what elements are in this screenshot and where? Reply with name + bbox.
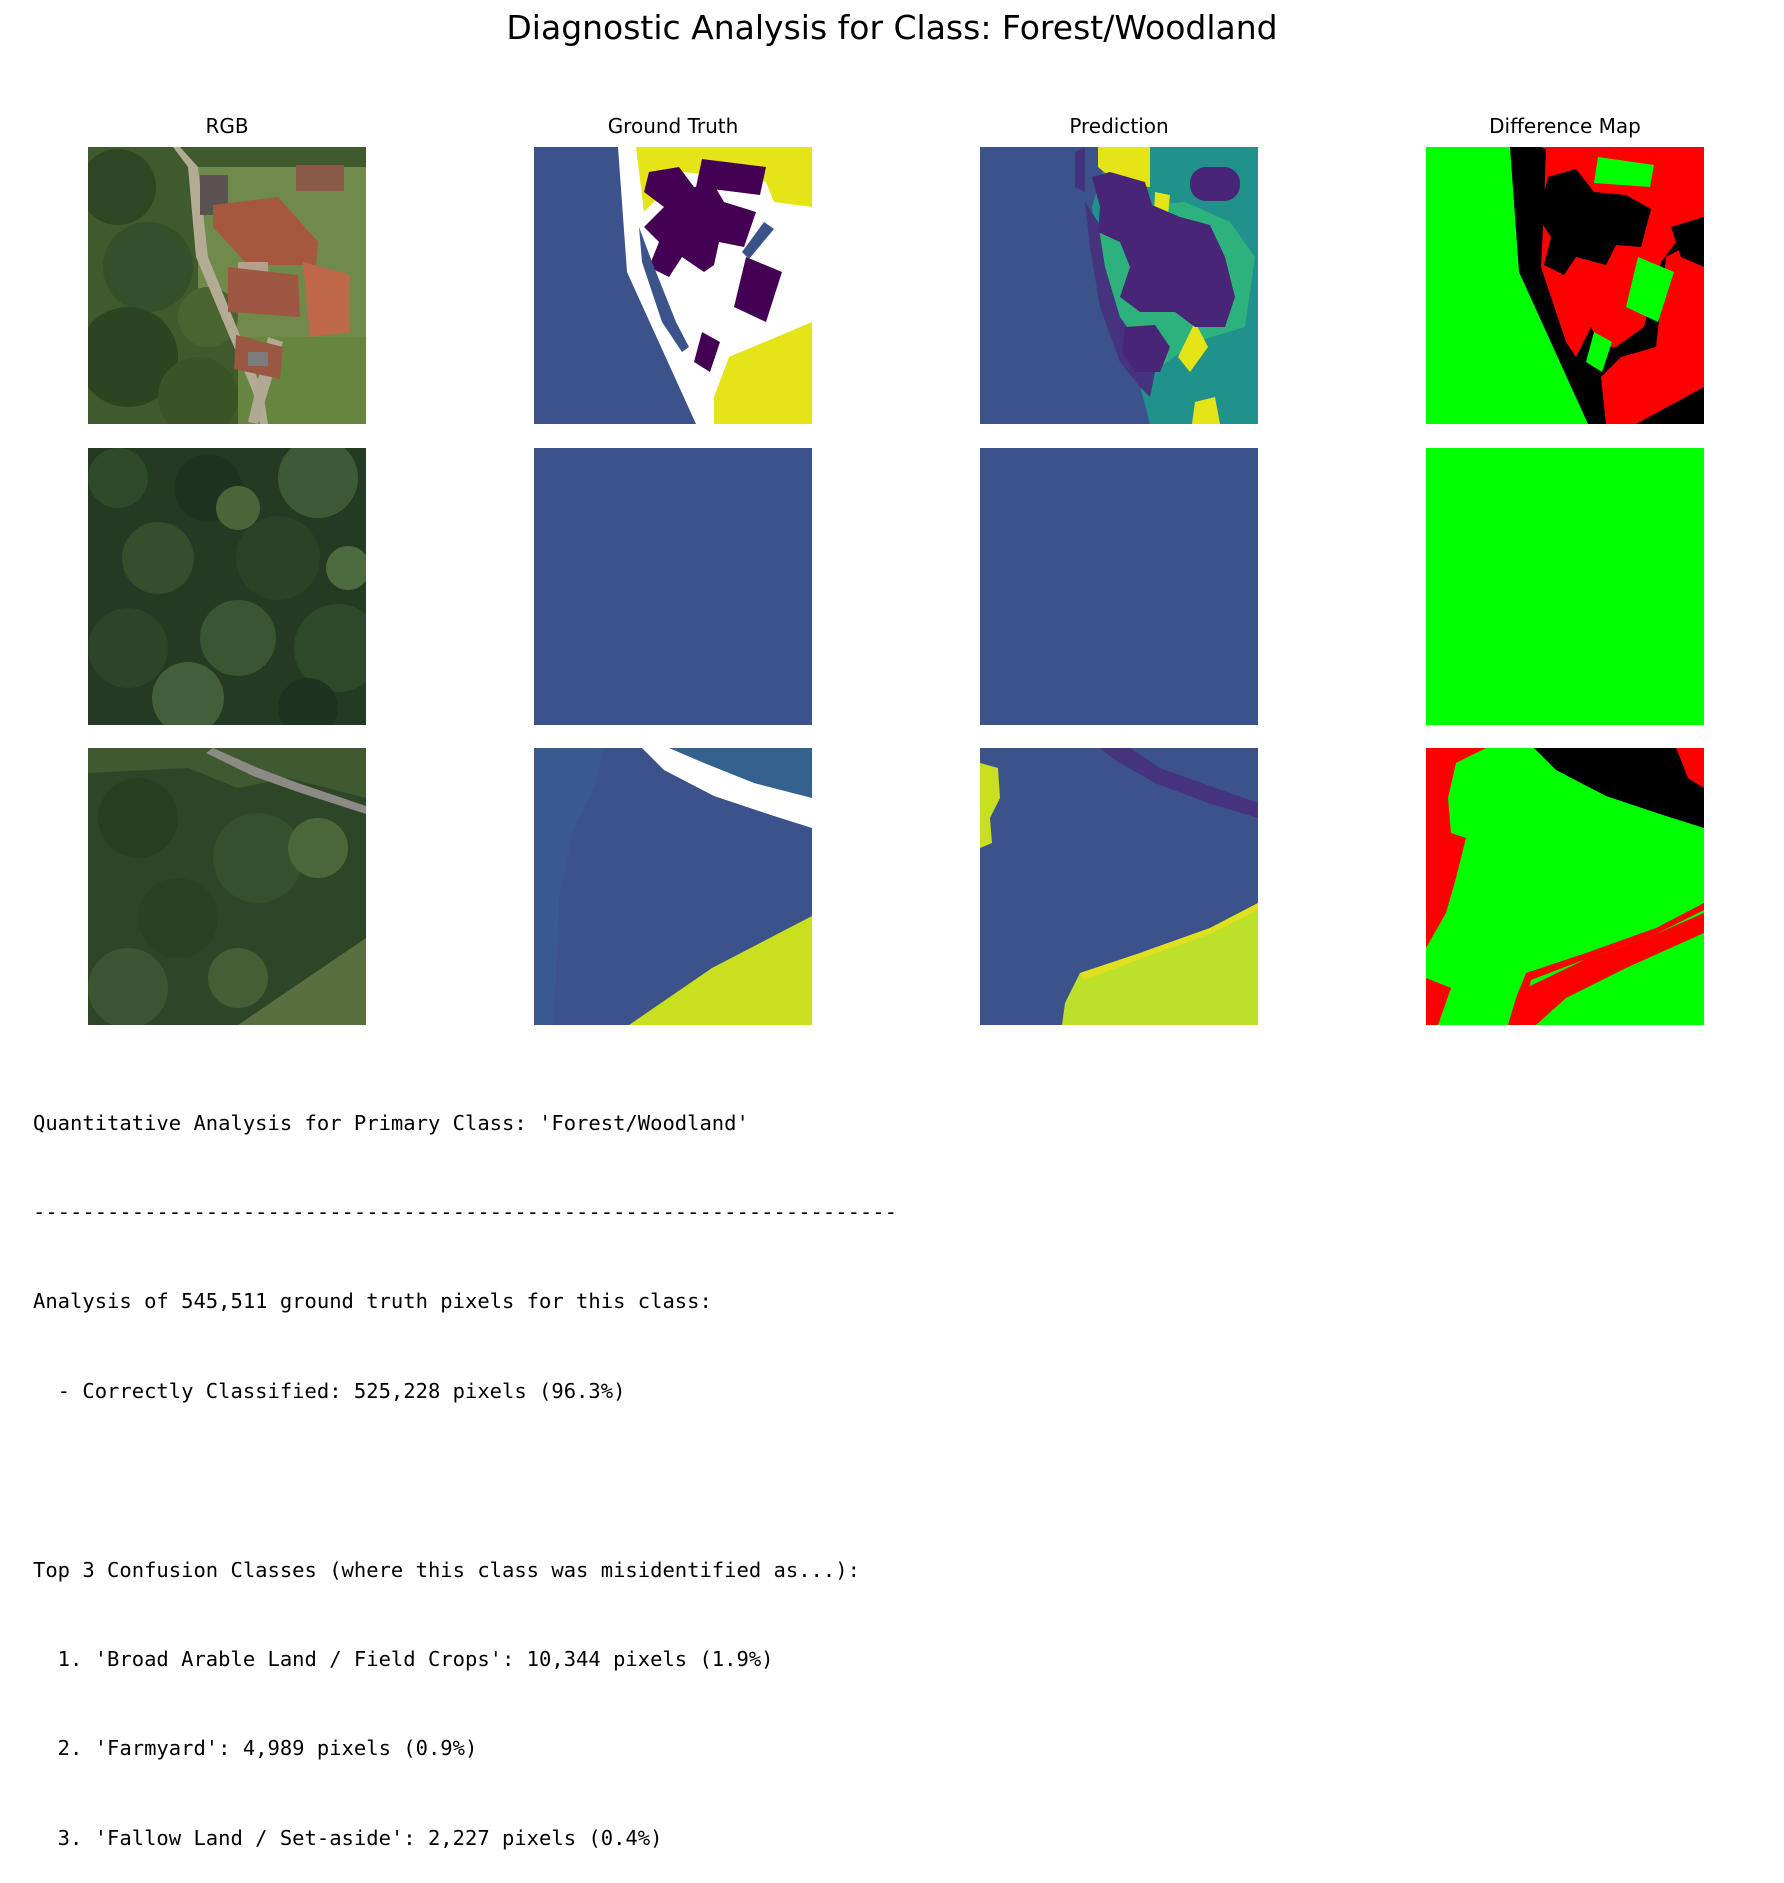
prediction-mask-3 (980, 748, 1258, 1025)
ground-truth-mask-2 (534, 448, 812, 725)
column-title-rgb: RGB (205, 114, 249, 138)
difference-map-1 (1426, 147, 1704, 424)
difference-map-3 (1426, 748, 1704, 1025)
prediction-mask-2 (980, 448, 1258, 725)
report-confusion-item: 3. 'Fallow Land / Set-aside': 2,227 pixe… (33, 1825, 663, 1850)
figure-title: Diagnostic Analysis for Class: Forest/Wo… (506, 8, 1278, 47)
report-confusion-heading: Top 3 Confusion Classes (where this clas… (33, 1557, 860, 1582)
quantitative-report: Quantitative Analysis for Primary Class:… (33, 1049, 897, 1883)
rgb-image-3 (88, 748, 366, 1025)
report-divider: ----------------------------------------… (33, 1199, 897, 1224)
difference-map-2 (1426, 448, 1704, 725)
rgb-image-1 (88, 147, 366, 424)
report-heading: Quantitative Analysis for Primary Class:… (33, 1110, 749, 1135)
column-title-difference-map: Difference Map (1489, 114, 1641, 138)
ground-truth-mask-1 (534, 147, 812, 424)
report-correct: - Correctly Classified: 525,228 pixels (… (33, 1378, 626, 1403)
rgb-image-2 (88, 448, 366, 725)
column-title-ground-truth: Ground Truth (607, 114, 739, 138)
ground-truth-mask-3 (534, 748, 812, 1025)
report-confusion-item: 2. 'Farmyard': 4,989 pixels (0.9%) (33, 1736, 478, 1761)
report-blank-line (33, 1466, 897, 1496)
column-title-prediction: Prediction (1069, 114, 1169, 138)
report-summary: Analysis of 545,511 ground truth pixels … (33, 1289, 712, 1314)
report-confusion-item: 1. 'Broad Arable Land / Field Crops': 10… (33, 1646, 774, 1671)
prediction-mask-1 (980, 147, 1258, 424)
